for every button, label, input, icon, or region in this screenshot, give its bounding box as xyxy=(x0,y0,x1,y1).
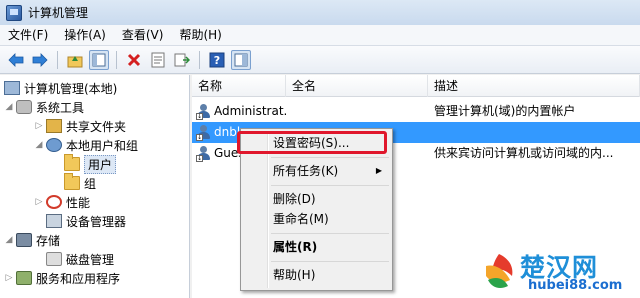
tree-item-label: 服务和应用程序 xyxy=(36,271,121,286)
submenu-arrow-icon: ▶ xyxy=(375,166,382,175)
tree-item-label: 存储 xyxy=(36,233,61,248)
row-description: 供来宾访问计算机或访问域的内... xyxy=(434,146,614,160)
tree-item-computer-management[interactable]: 计算机管理(本地) xyxy=(4,78,117,98)
tree-item-services-and-applications[interactable]: ▷ 服务和应用程序 xyxy=(4,268,120,288)
forward-arrow-icon[interactable] xyxy=(30,50,50,70)
menu-view[interactable]: 查看(V) xyxy=(114,25,172,46)
tree-item-performance[interactable]: ▷ 性能 xyxy=(34,192,90,212)
expander-icon[interactable]: ◢ xyxy=(4,235,14,245)
expander-icon[interactable]: ▷ xyxy=(34,121,44,131)
expander-icon[interactable]: ▷ xyxy=(34,197,44,207)
expander-icon[interactable]: ▷ xyxy=(4,273,14,283)
menu-separator xyxy=(271,185,389,186)
tree-item-label: 用户 xyxy=(84,154,117,174)
menu-item-help[interactable]: 帮助(H) xyxy=(243,265,390,285)
delete-icon[interactable] xyxy=(124,50,144,70)
tree-item-label: 系统工具 xyxy=(36,100,85,115)
menu-separator xyxy=(271,261,389,262)
toolbar: ? xyxy=(0,46,640,74)
help-icon[interactable]: ? xyxy=(207,50,227,70)
menu-bar: 文件(F) 操作(A) 查看(V) 帮助(H) xyxy=(0,25,640,46)
menu-item-rename[interactable]: 重命名(M) xyxy=(243,209,390,229)
toolbar-separator xyxy=(199,50,200,69)
tree-item-storage[interactable]: ◢ 存储 xyxy=(4,230,60,250)
tools-icon xyxy=(16,100,32,114)
row-fullname xyxy=(292,101,422,122)
watermark-logo-icon xyxy=(482,254,516,288)
export-list-icon[interactable] xyxy=(172,50,192,70)
back-arrow-icon[interactable] xyxy=(6,50,26,70)
computer-icon xyxy=(4,81,20,95)
tree-item-label: 共享文件夹 xyxy=(66,119,127,134)
folder-icon xyxy=(64,173,80,190)
device-manager-icon xyxy=(46,214,62,228)
user-account-icon: ↓ xyxy=(196,146,211,162)
tree-item-local-users-and-groups[interactable]: ◢ 本地用户和组 xyxy=(34,135,138,155)
tree-item-groups[interactable]: 组 xyxy=(64,173,96,193)
menu-item-label: 所有任务(K) xyxy=(273,164,339,178)
column-fullname[interactable]: 全名 xyxy=(286,75,428,97)
tree-item-label: 计算机管理(本地) xyxy=(24,81,118,96)
user-account-icon: ↓ xyxy=(196,125,211,141)
toolbar-separator xyxy=(116,50,117,69)
expander-icon[interactable]: ◢ xyxy=(4,102,14,112)
menu-item-delete[interactable]: 删除(D) xyxy=(243,189,390,209)
menu-action[interactable]: 操作(A) xyxy=(56,25,114,46)
properties-icon[interactable] xyxy=(148,50,168,70)
menu-file[interactable]: 文件(F) xyxy=(0,25,56,46)
show-tree-icon[interactable] xyxy=(89,49,109,70)
tree-item-users[interactable]: 用户 xyxy=(64,154,117,174)
tree-item-label: 设备管理器 xyxy=(66,214,127,229)
tree-item-label: 性能 xyxy=(66,195,91,210)
storage-icon xyxy=(16,233,32,247)
column-header: 名称 全名 描述 xyxy=(192,75,640,97)
console-icon[interactable] xyxy=(231,49,251,70)
menu-separator xyxy=(271,233,389,234)
column-name[interactable]: 名称 xyxy=(192,75,286,97)
menu-item-all-tasks[interactable]: 所有任务(K) ▶ xyxy=(243,161,390,181)
up-folder-icon[interactable] xyxy=(65,50,85,70)
title-bar: 计算机管理 xyxy=(0,0,640,25)
window-title: 计算机管理 xyxy=(28,6,89,20)
tree-item-label: 本地用户和组 xyxy=(66,138,139,153)
row-description xyxy=(434,122,640,143)
watermark-url: hubei88.com xyxy=(528,278,623,293)
menu-item-properties[interactable]: 属性(R) xyxy=(243,237,390,257)
user-account-icon: ↓ xyxy=(196,104,211,120)
highlight-box xyxy=(237,131,387,154)
row-name: Administrat... xyxy=(214,104,286,118)
tree-item-label: 组 xyxy=(84,176,97,191)
table-row[interactable]: ↓ Administrat... 管理计算机(域)的内置帐户 xyxy=(192,101,640,122)
computer-management-icon xyxy=(6,4,22,21)
tree-item-disk-management[interactable]: 磁盘管理 xyxy=(46,249,114,269)
expander-icon[interactable]: ◢ xyxy=(34,140,44,150)
svg-text:?: ? xyxy=(214,54,220,67)
disk-icon xyxy=(46,252,62,266)
navigation-tree: 计算机管理(本地) ◢ 系统工具 ▷ 共享文件夹 ◢ 本地用户和组 用户 组 ▷… xyxy=(0,75,190,298)
tree-item-shared-folders[interactable]: ▷ 共享文件夹 xyxy=(34,116,126,136)
services-icon xyxy=(16,271,32,285)
tree-item-system-tools[interactable]: ◢ 系统工具 xyxy=(4,97,84,117)
menu-separator xyxy=(271,157,389,158)
row-description: 管理计算机(域)的内置帐户 xyxy=(434,104,576,118)
tree-item-label: 磁盘管理 xyxy=(66,252,115,267)
tree-item-device-manager[interactable]: 设备管理器 xyxy=(46,211,126,231)
shared-folder-icon xyxy=(46,119,62,133)
column-description[interactable]: 描述 xyxy=(428,75,640,97)
local-users-icon xyxy=(46,138,62,152)
toolbar-separator xyxy=(57,50,58,69)
menu-help[interactable]: 帮助(H) xyxy=(171,25,229,46)
folder-icon xyxy=(64,154,80,171)
performance-icon xyxy=(46,195,62,209)
